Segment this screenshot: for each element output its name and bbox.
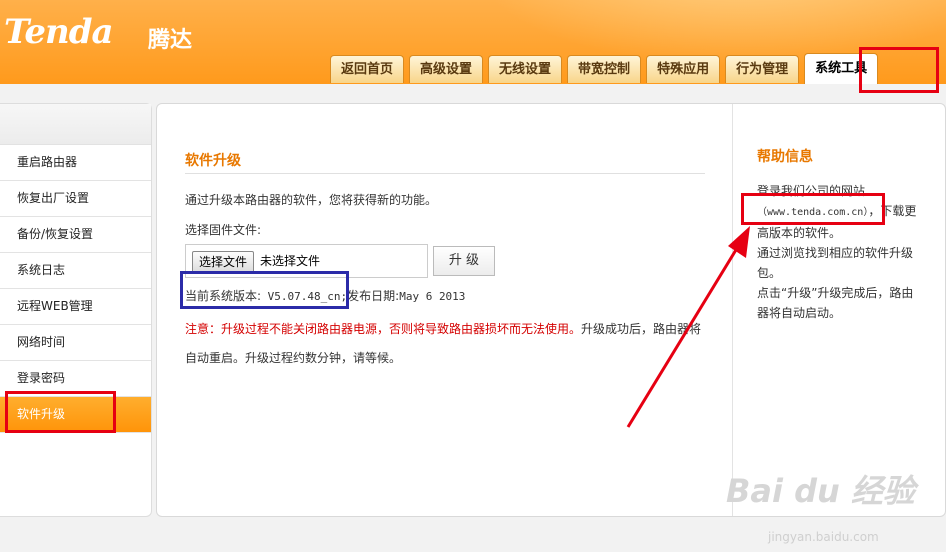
watermark-url: jingyan.baidu.com <box>768 530 879 544</box>
watermark-logo: Bai du 经验 <box>726 472 915 510</box>
